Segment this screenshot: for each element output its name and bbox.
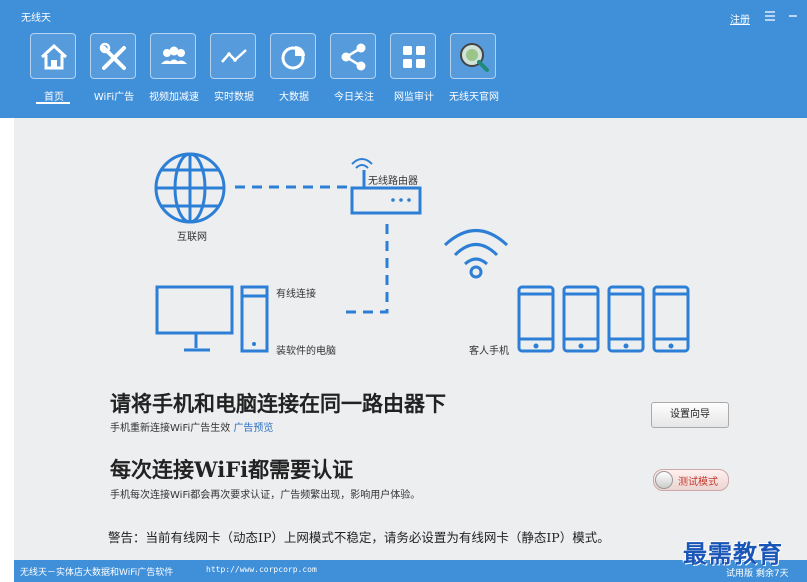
router-label: 无线路由器	[368, 176, 418, 187]
wifi-large-icon	[443, 229, 509, 279]
status-app-info: 无线天－实体店大数据和WiFi广告软件	[20, 568, 174, 578]
left-border	[0, 118, 14, 582]
warning-text: 警告：当前有线网卡（动态IP）上网模式不稳定，请务必设置为有线网卡（静态IP）模…	[108, 530, 610, 545]
ad-preview-link[interactable]: 广告预览	[233, 423, 273, 434]
menu-icon[interactable]	[763, 8, 777, 22]
users-icon	[150, 33, 196, 79]
globe-link-icon	[450, 33, 496, 79]
register-link[interactable]: 注册	[730, 11, 750, 26]
section2-heading: 每次连接WiFi都需要认证	[110, 457, 354, 482]
share-icon	[330, 33, 376, 79]
grid-icon	[390, 33, 436, 79]
test-mode-toggle[interactable]: 测试模式	[653, 469, 729, 491]
app-window: 无线天 注册 首页 WiFi广告 视频加减速 实时数据 大数据 今日关注 网监审…	[0, 0, 807, 582]
monitor-icon	[155, 285, 234, 352]
section1-heading: 请将手机和电脑连接在同一路由器下	[110, 391, 446, 416]
watermark-text: 最需教育	[683, 539, 783, 568]
nav-item-wifi-ads[interactable]: WiFi广告	[86, 33, 142, 105]
header-bar: 无线天 注册 首页 WiFi广告 视频加减速 实时数据 大数据 今日关注 网监审…	[0, 0, 807, 118]
phones-label: 客人手机	[469, 346, 509, 357]
nav-item-video-speed[interactable]: 视频加减速	[146, 33, 202, 105]
phone-icon	[517, 285, 690, 353]
nav-label: 无线天官网	[449, 92, 499, 103]
pc-tower-icon	[240, 285, 269, 353]
toggle-knob	[655, 471, 673, 489]
wired-label: 有线连接	[276, 289, 316, 300]
nav-item-audit[interactable]: 网监审计	[386, 33, 442, 105]
home-icon	[30, 33, 76, 79]
toggle-label: 测试模式	[678, 477, 718, 488]
setup-wizard-button[interactable]: 设置向导	[651, 402, 729, 428]
network-diagram: 互联网 无线路由器 有线连接 装软件的电脑 客人手机	[14, 118, 807, 368]
active-indicator	[36, 102, 70, 104]
pie-chart-icon	[270, 33, 316, 79]
main-nav: 首页 WiFi广告 视频加减速 实时数据 大数据 今日关注 网监审计 无线天官网	[0, 33, 600, 113]
internet-label: 互联网	[177, 232, 207, 243]
nav-item-big-data[interactable]: 大数据	[266, 33, 322, 105]
section1-subtext: 手机重新连接WiFi广告生效 广告预览	[110, 419, 273, 434]
nav-item-home[interactable]: 首页	[26, 33, 82, 105]
tools-icon	[90, 33, 136, 79]
nav-item-website[interactable]: 无线天官网	[446, 33, 502, 105]
wifi-small-icon	[351, 158, 373, 169]
status-url-link[interactable]: http://www.corpcorp.com	[206, 565, 317, 574]
section1-subtext-text: 手机重新连接WiFi广告生效	[110, 423, 231, 434]
section2-subtext: 手机每次连接WiFi都会再次要求认证，广告频繁出现，影响用户体验。	[110, 490, 421, 501]
nav-item-today[interactable]: 今日关注	[326, 33, 382, 105]
minimize-icon[interactable]	[786, 8, 800, 22]
app-title: 无线天	[21, 13, 51, 24]
main-content: 互联网 无线路由器 有线连接 装软件的电脑 客人手机 请将手机和电脑连接在同一路…	[14, 118, 807, 560]
globe-icon	[154, 152, 226, 224]
line-chart-icon	[210, 33, 256, 79]
pc-label: 装软件的电脑	[276, 346, 336, 357]
nav-item-realtime[interactable]: 实时数据	[206, 33, 262, 105]
